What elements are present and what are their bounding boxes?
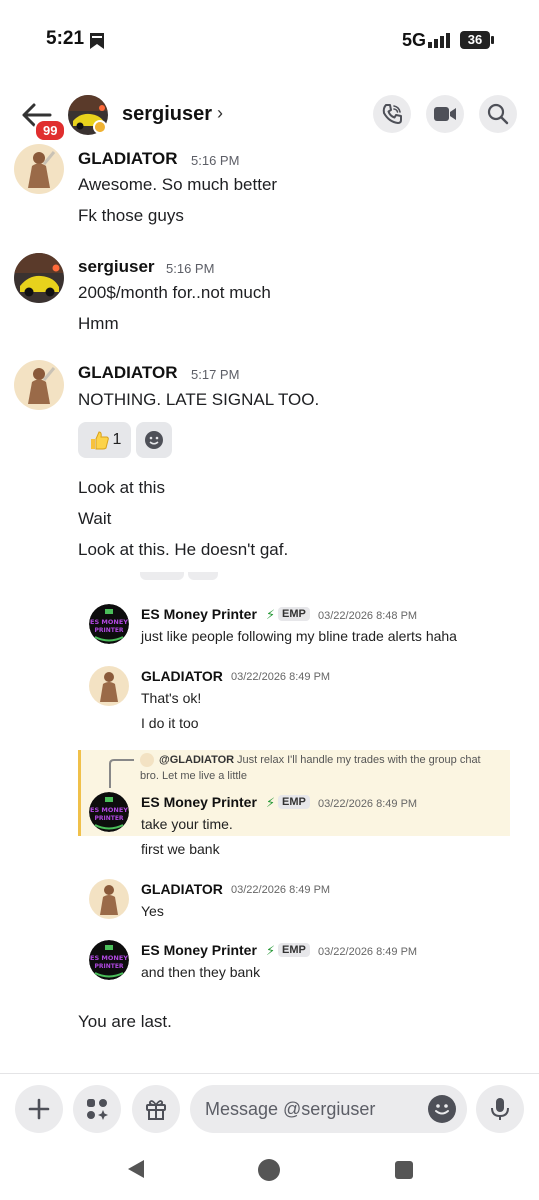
message-author: ES Money Printer bbox=[141, 606, 257, 622]
nav-recents-icon[interactable] bbox=[395, 1161, 413, 1179]
message-time: 5:16 PM bbox=[166, 261, 215, 276]
battery-icon: 36 bbox=[460, 31, 494, 49]
add-emoji-icon bbox=[145, 431, 163, 449]
bolt-icon: ⚡ bbox=[266, 607, 276, 622]
avatar[interactable] bbox=[14, 360, 64, 410]
bolt-icon: ⚡ bbox=[266, 943, 276, 958]
message-text: Wait bbox=[78, 509, 112, 528]
message-time: 03/22/2026 8:49 PM bbox=[231, 671, 331, 683]
add-attachment-button[interactable] bbox=[15, 1085, 63, 1133]
chevron-right-icon[interactable]: › bbox=[217, 103, 223, 124]
idle-status-icon bbox=[93, 120, 107, 134]
svg-text:ES MONEY: ES MONEY bbox=[90, 806, 128, 814]
status-bar: 5:21 5G 36 bbox=[0, 0, 539, 80]
avatar: ES MONEY PRINTER bbox=[89, 792, 129, 832]
message-time: 5:17 PM bbox=[191, 367, 240, 382]
message-text: You are last. bbox=[78, 1012, 172, 1031]
message-text: Look at this bbox=[78, 478, 165, 497]
nav-back-icon[interactable] bbox=[125, 1158, 147, 1180]
bolt-icon: ⚡ bbox=[266, 795, 276, 810]
apps-button[interactable] bbox=[73, 1085, 121, 1133]
reply-mention: @GLADIATOR bbox=[159, 754, 235, 766]
message-author: GLADIATOR bbox=[141, 881, 223, 897]
message-time: 03/22/2026 8:48 PM bbox=[318, 610, 418, 622]
avatar bbox=[89, 879, 129, 919]
message-text: Yes bbox=[141, 903, 164, 919]
battery-level: 36 bbox=[460, 31, 490, 49]
avatar: ES MONEY PRINTER bbox=[89, 940, 129, 980]
emoji-button[interactable] bbox=[428, 1095, 456, 1123]
voice-message-button[interactable] bbox=[476, 1085, 524, 1133]
bookmark-icon bbox=[90, 33, 104, 49]
message-text: Look at this. He doesn't gaf. bbox=[78, 540, 289, 559]
message-text: Awesome. So much better bbox=[78, 175, 278, 194]
svg-text:PRINTER: PRINTER bbox=[94, 815, 123, 822]
gift-button[interactable] bbox=[132, 1085, 180, 1133]
cropped-element bbox=[188, 572, 218, 580]
message-text: I do it too bbox=[141, 715, 199, 731]
svg-text:ES MONEY: ES MONEY bbox=[90, 618, 128, 626]
server-tag: EMP bbox=[278, 795, 310, 809]
phone-icon bbox=[382, 104, 402, 124]
message-author[interactable]: sergiuser bbox=[78, 257, 155, 277]
message-author: GLADIATOR bbox=[141, 668, 223, 684]
message-text: take your time. bbox=[141, 816, 233, 832]
message-time: 03/22/2026 8:49 PM bbox=[318, 946, 418, 958]
svg-text:ES MONEY: ES MONEY bbox=[90, 954, 128, 962]
signal-icon bbox=[428, 33, 450, 48]
message-text: Fk those guys bbox=[78, 206, 184, 225]
avatar: ES MONEY PRINTER bbox=[89, 604, 129, 644]
nav-home-icon[interactable] bbox=[258, 1159, 280, 1181]
reply-preview: Just relax I'll handle my trades with th… bbox=[237, 754, 481, 766]
thumbs-up-reaction[interactable]: 1 bbox=[78, 422, 131, 458]
microphone-icon bbox=[491, 1098, 509, 1120]
avatar bbox=[140, 753, 154, 767]
message-text: and then they bank bbox=[141, 964, 261, 980]
server-tag: EMP bbox=[278, 607, 310, 621]
message-time: 03/22/2026 8:49 PM bbox=[231, 884, 331, 896]
message-author: ES Money Printer bbox=[141, 794, 257, 810]
channel-name[interactable]: sergiuser bbox=[122, 103, 212, 126]
search-button[interactable] bbox=[479, 95, 517, 133]
video-icon bbox=[434, 107, 456, 121]
message-input[interactable] bbox=[205, 1085, 425, 1133]
thumbs-up-icon bbox=[90, 431, 109, 450]
gift-icon bbox=[146, 1100, 166, 1120]
smiley-icon bbox=[435, 1104, 449, 1115]
unread-badge: 99 bbox=[34, 119, 67, 142]
message-text: Hmm bbox=[78, 314, 119, 333]
message-text: That's ok! bbox=[141, 690, 202, 706]
svg-text:PRINTER: PRINTER bbox=[94, 963, 123, 970]
message-author: ES Money Printer bbox=[141, 942, 257, 958]
plus-icon bbox=[28, 1098, 50, 1120]
message-author[interactable]: GLADIATOR bbox=[78, 149, 177, 169]
search-icon bbox=[487, 103, 509, 125]
voice-call-button[interactable] bbox=[373, 95, 411, 133]
message-text: just like people following my bline trad… bbox=[141, 628, 457, 644]
avatar bbox=[89, 666, 129, 706]
svg-text:PRINTER: PRINTER bbox=[94, 627, 123, 634]
network-type: 5G bbox=[402, 30, 427, 50]
message-text: 200$/month for..not much bbox=[78, 283, 271, 302]
message-time: 5:16 PM bbox=[191, 153, 240, 168]
reply-preview: bro. Let me live a little bbox=[140, 770, 247, 782]
avatar[interactable] bbox=[14, 144, 64, 194]
video-call-button[interactable] bbox=[426, 95, 464, 133]
status-time: 5:21 bbox=[46, 28, 85, 49]
message-text: first we bank bbox=[141, 841, 220, 857]
message-input-container bbox=[190, 1085, 467, 1133]
apps-icon bbox=[87, 1099, 108, 1120]
cropped-element bbox=[140, 572, 184, 580]
reaction-count: 1 bbox=[112, 431, 122, 448]
reply-spine-icon bbox=[109, 759, 134, 788]
message-time: 03/22/2026 8:49 PM bbox=[318, 798, 418, 810]
chat-header: 99 sergiuser › bbox=[0, 88, 539, 144]
message-author[interactable]: GLADIATOR bbox=[78, 363, 177, 383]
message-text: NOTHING. LATE SIGNAL TOO. bbox=[78, 390, 320, 409]
divider bbox=[0, 1073, 539, 1074]
add-reaction-button[interactable] bbox=[136, 422, 172, 458]
server-tag: EMP bbox=[278, 943, 310, 957]
avatar[interactable] bbox=[14, 253, 64, 303]
